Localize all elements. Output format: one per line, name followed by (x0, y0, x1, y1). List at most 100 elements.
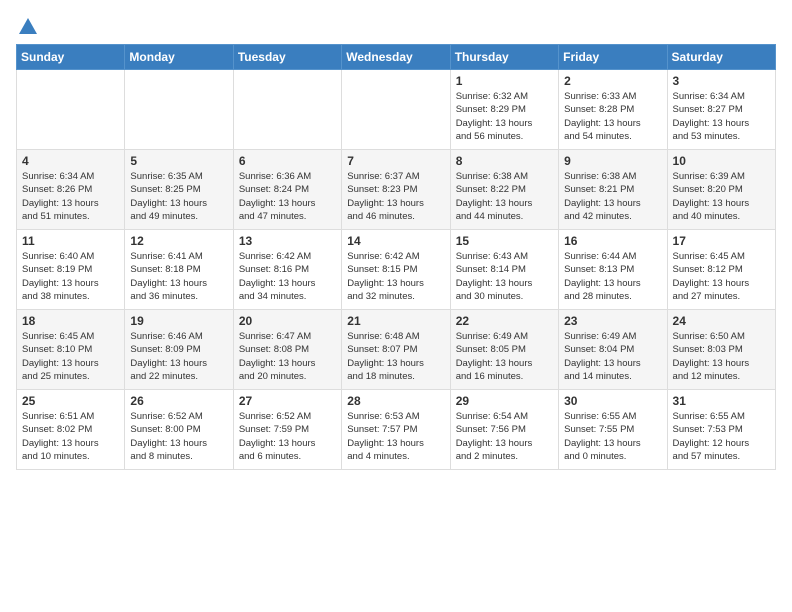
day-content: Sunrise: 6:46 AM Sunset: 8:09 PM Dayligh… (130, 330, 227, 383)
day-cell: 13 Sunrise: 6:42 AM Sunset: 8:16 PM Dayli… (233, 230, 341, 310)
day-cell (233, 70, 341, 150)
day-cell: 2 Sunrise: 6:33 AM Sunset: 8:28 PM Daylig… (559, 70, 667, 150)
day-content: Sunrise: 6:32 AM Sunset: 8:29 PM Dayligh… (456, 90, 553, 143)
calendar-body: 1 Sunrise: 6:32 AM Sunset: 8:29 PM Daylig… (17, 70, 776, 470)
day-content: Sunrise: 6:52 AM Sunset: 7:59 PM Dayligh… (239, 410, 336, 463)
day-content: Sunrise: 6:48 AM Sunset: 8:07 PM Dayligh… (347, 330, 444, 383)
day-cell: 20Sunrise: 6:47 AM Sunset: 8:08 PM Dayli… (233, 310, 341, 390)
day-cell: 4Sunrise: 6:34 AM Sunset: 8:26 PM Daylig… (17, 150, 125, 230)
day-cell (342, 70, 450, 150)
day-cell: 27 Sunrise: 6:52 AM Sunset: 7:59 PM Dayli… (233, 390, 341, 470)
day-content: Sunrise: 6:33 AM Sunset: 8:28 PM Dayligh… (564, 90, 661, 143)
day-number: 24 (673, 314, 770, 328)
day-content: Sunrise: 6:45 AM Sunset: 8:10 PM Dayligh… (22, 330, 119, 383)
day-cell: 29Sunrise: 6:54 AM Sunset: 7:56 PM Dayli… (450, 390, 558, 470)
day-content: Sunrise: 6:37 AM Sunset: 8:23 PM Dayligh… (347, 170, 444, 223)
day-number: 25 (22, 394, 119, 408)
day-number: 2 (564, 74, 661, 88)
day-number: 18 (22, 314, 119, 328)
day-cell: 24 Sunrise: 6:50 AM Sunset: 8:03 PM Dayli… (667, 310, 775, 390)
day-number: 21 (347, 314, 444, 328)
day-number: 17 (673, 234, 770, 248)
day-number: 19 (130, 314, 227, 328)
day-content: Sunrise: 6:42 AM Sunset: 8:16 PM Dayligh… (239, 250, 336, 303)
calendar-header: SundayMondayTuesdayWednesdayThursdayFrid… (17, 45, 776, 70)
day-content: Sunrise: 6:54 AM Sunset: 7:56 PM Dayligh… (456, 410, 553, 463)
day-content: Sunrise: 6:51 AM Sunset: 8:02 PM Dayligh… (22, 410, 119, 463)
day-number: 26 (130, 394, 227, 408)
day-cell (125, 70, 233, 150)
day-content: Sunrise: 6:45 AM Sunset: 8:12 PM Dayligh… (673, 250, 770, 303)
day-cell: 10 Sunrise: 6:39 AM Sunset: 8:20 PM Dayli… (667, 150, 775, 230)
day-number: 31 (673, 394, 770, 408)
day-cell: 25 Sunrise: 6:51 AM Sunset: 8:02 PM Dayli… (17, 390, 125, 470)
day-cell: 1 Sunrise: 6:32 AM Sunset: 8:29 PM Daylig… (450, 70, 558, 150)
day-content: Sunrise: 6:40 AM Sunset: 8:19 PM Dayligh… (22, 250, 119, 303)
day-content: Sunrise: 6:50 AM Sunset: 8:03 PM Dayligh… (673, 330, 770, 383)
day-number: 5 (130, 154, 227, 168)
day-cell: 3 Sunrise: 6:34 AM Sunset: 8:27 PM Daylig… (667, 70, 775, 150)
day-content: Sunrise: 6:35 AM Sunset: 8:25 PM Dayligh… (130, 170, 227, 223)
day-number: 14 (347, 234, 444, 248)
week-row-4: 18 Sunrise: 6:45 AM Sunset: 8:10 PM Dayli… (17, 310, 776, 390)
day-number: 12 (130, 234, 227, 248)
day-content: Sunrise: 6:49 AM Sunset: 8:05 PM Dayligh… (456, 330, 553, 383)
day-cell: 21 Sunrise: 6:48 AM Sunset: 8:07 PM Dayli… (342, 310, 450, 390)
day-cell: 12 Sunrise: 6:41 AM Sunset: 8:18 PM Dayli… (125, 230, 233, 310)
day-cell: 9 Sunrise: 6:38 AM Sunset: 8:21 PM Daylig… (559, 150, 667, 230)
day-cell: 30 Sunrise: 6:55 AM Sunset: 7:55 PM Dayli… (559, 390, 667, 470)
day-number: 9 (564, 154, 661, 168)
day-content: Sunrise: 6:38 AM Sunset: 8:22 PM Dayligh… (456, 170, 553, 223)
header-cell-friday: Friday (559, 45, 667, 70)
header-cell-monday: Monday (125, 45, 233, 70)
day-number: 30 (564, 394, 661, 408)
week-row-5: 25 Sunrise: 6:51 AM Sunset: 8:02 PM Dayli… (17, 390, 776, 470)
day-number: 16 (564, 234, 661, 248)
day-number: 15 (456, 234, 553, 248)
day-content: Sunrise: 6:34 AM Sunset: 8:27 PM Dayligh… (673, 90, 770, 143)
day-cell: 14 Sunrise: 6:42 AM Sunset: 8:15 PM Dayli… (342, 230, 450, 310)
day-content: Sunrise: 6:43 AM Sunset: 8:14 PM Dayligh… (456, 250, 553, 303)
week-row-3: 11 Sunrise: 6:40 AM Sunset: 8:19 PM Dayli… (17, 230, 776, 310)
day-cell: 23Sunrise: 6:49 AM Sunset: 8:04 PM Dayli… (559, 310, 667, 390)
day-content: Sunrise: 6:36 AM Sunset: 8:24 PM Dayligh… (239, 170, 336, 223)
logo (16, 16, 40, 34)
week-row-1: 1 Sunrise: 6:32 AM Sunset: 8:29 PM Daylig… (17, 70, 776, 150)
day-content: Sunrise: 6:42 AM Sunset: 8:15 PM Dayligh… (347, 250, 444, 303)
day-content: Sunrise: 6:47 AM Sunset: 8:08 PM Dayligh… (239, 330, 336, 383)
day-cell: 16 Sunrise: 6:44 AM Sunset: 8:13 PM Dayli… (559, 230, 667, 310)
day-number: 13 (239, 234, 336, 248)
day-content: Sunrise: 6:39 AM Sunset: 8:20 PM Dayligh… (673, 170, 770, 223)
day-number: 6 (239, 154, 336, 168)
header-cell-sunday: Sunday (17, 45, 125, 70)
day-content: Sunrise: 6:38 AM Sunset: 8:21 PM Dayligh… (564, 170, 661, 223)
day-cell: 15 Sunrise: 6:43 AM Sunset: 8:14 PM Dayli… (450, 230, 558, 310)
day-content: Sunrise: 6:55 AM Sunset: 7:55 PM Dayligh… (564, 410, 661, 463)
header-cell-thursday: Thursday (450, 45, 558, 70)
calendar-table: SundayMondayTuesdayWednesdayThursdayFrid… (16, 44, 776, 470)
day-cell: 7Sunrise: 6:37 AM Sunset: 8:23 PM Daylig… (342, 150, 450, 230)
logo-icon (17, 16, 39, 38)
header-cell-wednesday: Wednesday (342, 45, 450, 70)
week-row-2: 4Sunrise: 6:34 AM Sunset: 8:26 PM Daylig… (17, 150, 776, 230)
day-number: 4 (22, 154, 119, 168)
day-number: 1 (456, 74, 553, 88)
day-number: 27 (239, 394, 336, 408)
day-cell: 6 Sunrise: 6:36 AM Sunset: 8:24 PM Daylig… (233, 150, 341, 230)
header-cell-saturday: Saturday (667, 45, 775, 70)
day-content: Sunrise: 6:53 AM Sunset: 7:57 PM Dayligh… (347, 410, 444, 463)
day-content: Sunrise: 6:44 AM Sunset: 8:13 PM Dayligh… (564, 250, 661, 303)
day-cell: 28Sunrise: 6:53 AM Sunset: 7:57 PM Dayli… (342, 390, 450, 470)
day-cell: 17 Sunrise: 6:45 AM Sunset: 8:12 PM Dayli… (667, 230, 775, 310)
day-content: Sunrise: 6:52 AM Sunset: 8:00 PM Dayligh… (130, 410, 227, 463)
day-number: 23 (564, 314, 661, 328)
day-content: Sunrise: 6:41 AM Sunset: 8:18 PM Dayligh… (130, 250, 227, 303)
header (16, 16, 776, 34)
header-row: SundayMondayTuesdayWednesdayThursdayFrid… (17, 45, 776, 70)
day-cell: 19 Sunrise: 6:46 AM Sunset: 8:09 PM Dayli… (125, 310, 233, 390)
day-number: 10 (673, 154, 770, 168)
day-cell (17, 70, 125, 150)
day-number: 3 (673, 74, 770, 88)
header-cell-tuesday: Tuesday (233, 45, 341, 70)
day-number: 11 (22, 234, 119, 248)
